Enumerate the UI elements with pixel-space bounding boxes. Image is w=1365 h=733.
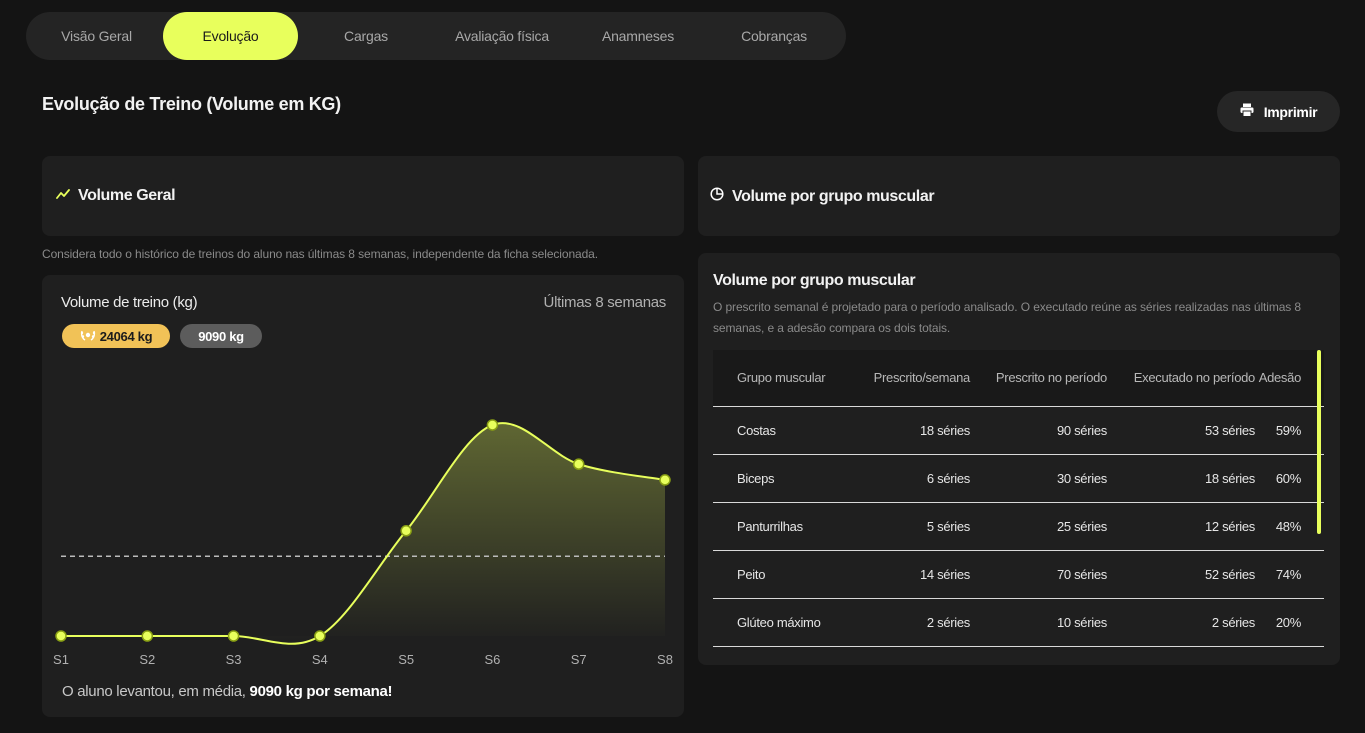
tab-cobrancas[interactable]: Cobranças bbox=[706, 12, 842, 60]
max-volume-badge: 24064 kg bbox=[62, 324, 170, 348]
table-cell: 30 séries bbox=[970, 454, 1107, 503]
table-cell: 14 séries bbox=[850, 550, 970, 599]
table-cell: 18 séries bbox=[1107, 454, 1255, 503]
table-description: O prescrito semanal é projetado para o p… bbox=[713, 300, 1302, 335]
table-cell: 20% bbox=[1255, 598, 1324, 647]
column-header: Executado no período bbox=[1107, 350, 1255, 407]
grupo-muscular-header-title: Volume por grupo muscular bbox=[732, 187, 935, 205]
chart-point bbox=[314, 630, 326, 642]
table-row: Biceps 6 séries 30 séries 18 séries 60% bbox=[713, 454, 1324, 503]
column-header: Grupo muscular bbox=[713, 350, 850, 407]
tab-bar: Visão Geral Evolução Cargas Avaliação fí… bbox=[26, 12, 846, 60]
table-cell: 60% bbox=[1255, 454, 1324, 503]
chart-point bbox=[659, 474, 671, 486]
average-summary: O aluno levantou, em média, 9090 kg por … bbox=[62, 683, 393, 700]
table-cell: 52 séries bbox=[1107, 550, 1255, 599]
table-title: Volume por grupo muscular bbox=[713, 272, 916, 289]
print-button[interactable]: Imprimir bbox=[1217, 91, 1340, 132]
tab-cargas[interactable]: Cargas bbox=[298, 12, 434, 60]
tab-avaliacao-fisica[interactable]: Avaliação física bbox=[434, 12, 570, 60]
column-header: Prescrito/semana bbox=[850, 350, 970, 407]
x-tick-label: S2 bbox=[139, 652, 155, 667]
table-cell: Glúteo máximo bbox=[713, 598, 850, 647]
table-cell: Biceps bbox=[713, 454, 850, 503]
printer-icon bbox=[1240, 103, 1254, 120]
max-volume-value: 24064 kg bbox=[99, 328, 153, 344]
pie-chart-icon bbox=[710, 187, 724, 206]
chart-point bbox=[227, 630, 240, 642]
chart-point bbox=[141, 630, 154, 642]
table-row: Costas 18 séries 90 séries 53 séries 59% bbox=[713, 406, 1324, 455]
volume-chart-card: S1 S2 S3 S4 S5 S6 S7 S8 Volume de treino (kg) Ú… bbox=[42, 275, 684, 717]
x-tick-label: S8 bbox=[657, 652, 673, 667]
chart-point bbox=[55, 630, 67, 642]
chart-point bbox=[572, 458, 585, 470]
x-tick-label: S6 bbox=[484, 652, 500, 667]
column-header: Adesão bbox=[1255, 350, 1324, 407]
table-cell: 70 séries bbox=[970, 550, 1107, 599]
x-tick-label: S5 bbox=[398, 652, 414, 667]
table-cell: 5 séries bbox=[850, 502, 970, 551]
x-tick-label: S3 bbox=[226, 652, 242, 667]
table-cell: 90 séries bbox=[970, 406, 1107, 455]
grupo-muscular-header: Volume por grupo muscular bbox=[698, 156, 1340, 236]
muscle-group-table: Grupo muscular Prescrito/semana Prescrit… bbox=[713, 350, 1324, 647]
avg-volume-badge: 9090 kg bbox=[180, 324, 262, 348]
table-cell: 48% bbox=[1255, 502, 1324, 551]
table-cell: 25 séries bbox=[970, 502, 1107, 551]
tab-evolucao[interactable]: Evolução bbox=[163, 12, 299, 60]
table-cell: 12 séries bbox=[1107, 502, 1255, 551]
column-header: Prescrito no período bbox=[970, 350, 1107, 407]
volume-geral-header: Volume Geral bbox=[42, 156, 684, 236]
table-scrollbar[interactable] bbox=[1317, 350, 1321, 534]
table-cell: Peito bbox=[713, 550, 850, 599]
chart-title: Volume de treino (kg) bbox=[61, 294, 198, 311]
table-cell: 59% bbox=[1255, 406, 1324, 455]
laurel-icon bbox=[80, 328, 96, 345]
table-row: Glúteo máximo 2 séries 10 séries 2 série… bbox=[713, 598, 1324, 647]
chart-point bbox=[400, 525, 412, 537]
table-cell: 74% bbox=[1255, 550, 1324, 599]
table-cell: 6 séries bbox=[850, 454, 970, 503]
table-cell: 10 séries bbox=[970, 598, 1107, 647]
grupo-muscular-table-card: Volume por grupo muscular O prescrito se… bbox=[698, 253, 1340, 665]
average-summary-value: 9090 kg por semana! bbox=[249, 683, 393, 700]
trend-up-icon bbox=[56, 187, 70, 205]
table-row: Peito 14 séries 70 séries 52 séries 74% bbox=[713, 550, 1324, 599]
x-tick-label: S4 bbox=[312, 652, 328, 667]
table-cell: 2 séries bbox=[1107, 598, 1255, 647]
table-cell: 53 séries bbox=[1107, 406, 1255, 455]
average-summary-prefix: O aluno levantou, em média, bbox=[62, 683, 250, 700]
x-tick-label: S1 bbox=[53, 652, 69, 667]
print-button-label: Imprimir bbox=[1263, 103, 1318, 120]
table-cell: Panturrilhas bbox=[713, 502, 850, 551]
table-header-row: Grupo muscular Prescrito/semana Prescrit… bbox=[713, 350, 1324, 407]
page-title: Evolução de Treino (Volume em KG) bbox=[42, 94, 341, 114]
chart-area-fill bbox=[61, 423, 665, 644]
chart-period: Últimas 8 semanas bbox=[543, 294, 667, 311]
table-row: Panturrilhas 5 séries 25 séries 12 série… bbox=[713, 502, 1324, 551]
table-cell: Costas bbox=[713, 406, 850, 455]
x-tick-label: S7 bbox=[571, 652, 587, 667]
table-cell: 2 séries bbox=[850, 598, 970, 647]
volume-geral-title: Volume Geral bbox=[78, 187, 176, 204]
volume-geral-hint: Considera todo o histórico de treinos do… bbox=[42, 247, 598, 261]
tab-anamneses[interactable]: Anamneses bbox=[570, 12, 706, 60]
tab-visao-geral[interactable]: Visão Geral bbox=[30, 12, 163, 60]
chart-point bbox=[486, 419, 499, 431]
table-cell: 18 séries bbox=[850, 406, 970, 455]
